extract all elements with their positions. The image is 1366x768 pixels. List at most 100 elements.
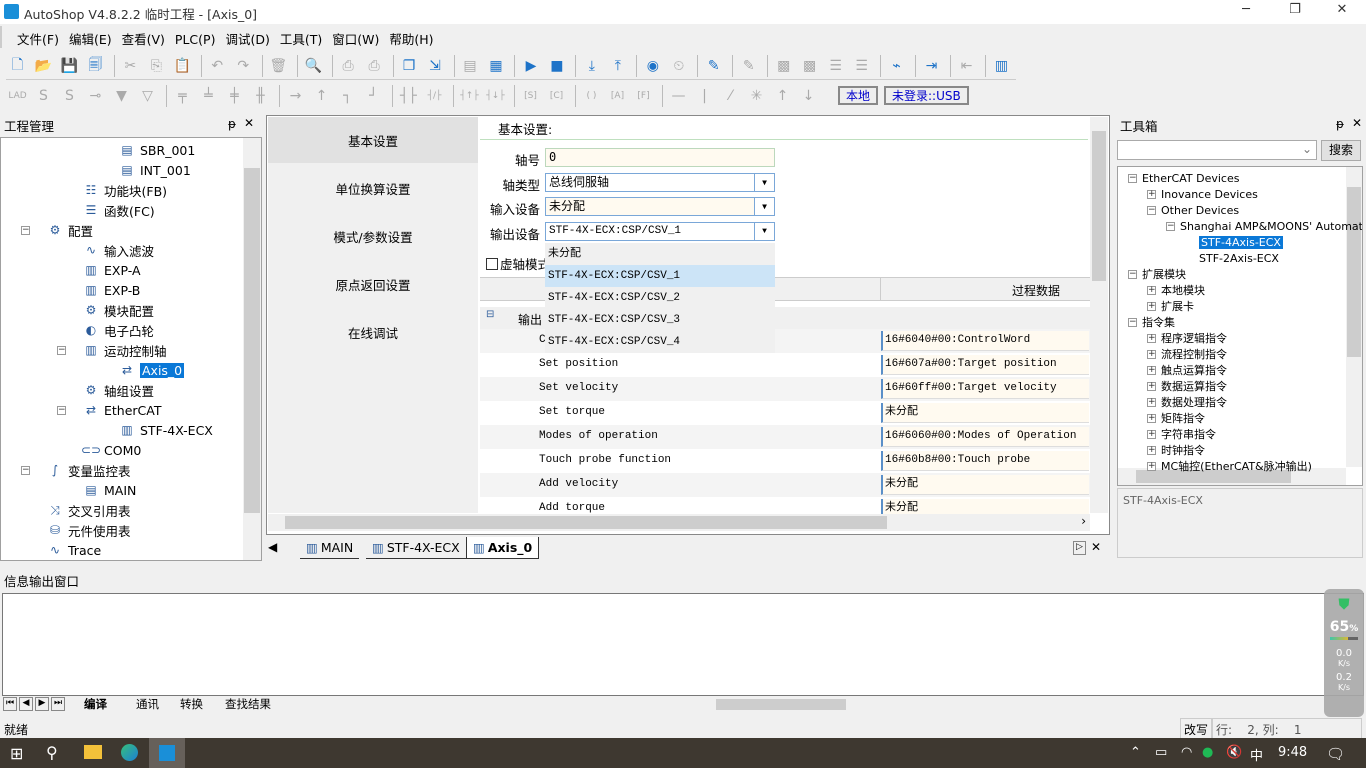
tree-item[interactable]: ⚙ 配置 <box>47 220 93 240</box>
tree-item[interactable]: ▥ EXP-B <box>83 280 140 300</box>
toolbox-item[interactable]: 数据运算指令 <box>1161 378 1227 394</box>
delete-icon[interactable]: 🗑 <box>267 54 290 77</box>
insert-row-icon[interactable]: ☰ <box>824 54 847 77</box>
toolbox-item[interactable]: STF-2Axis-ECX <box>1199 250 1279 266</box>
toolbox-item[interactable]: 程序逻辑指令 <box>1161 330 1227 346</box>
collapse-icon[interactable]: − <box>57 406 66 415</box>
delete-hline-icon[interactable]: ⁄ <box>719 85 742 108</box>
table-row[interactable]: Set velocity 16#60ff#00:Target velocity <box>480 377 1090 401</box>
copy-icon[interactable]: ⎘ <box>145 54 168 77</box>
first-tab-icon[interactable]: ⏮ <box>3 697 17 711</box>
toolbox-item[interactable]: 扩展卡 <box>1161 298 1194 314</box>
close-button[interactable]: ✕ <box>1332 2 1352 22</box>
windows-start-icon[interactable]: ⊞ <box>10 744 23 763</box>
close-tab-icon[interactable]: ✕ <box>1091 540 1101 554</box>
ime-indicator[interactable]: 中 <box>1250 745 1263 764</box>
editor-vscroll[interactable] <box>1090 117 1108 513</box>
module-icon[interactable]: ▥ <box>990 54 1013 77</box>
menu-item[interactable]: 窗口(W) <box>327 26 384 51</box>
trace-icon[interactable]: ⏲ <box>667 54 690 77</box>
toolbox-item[interactable]: 矩阵指令 <box>1161 410 1205 426</box>
output-hscroll[interactable] <box>700 697 1320 712</box>
tab-scroll-right-icon[interactable]: ▷ <box>1073 541 1086 555</box>
download-icon[interactable]: ⤓ <box>580 54 603 77</box>
set-icon[interactable]: [S] <box>519 85 542 108</box>
prev-tab-icon[interactable]: ◀ <box>19 697 33 711</box>
login-usb-button[interactable]: 未登录::USB <box>884 86 969 105</box>
chevron-down-icon[interactable]: ▼ <box>754 198 774 215</box>
arrow-down-filled-icon[interactable]: ▼ <box>110 85 133 108</box>
falling-edge-icon[interactable]: ┤↓├ <box>484 85 507 108</box>
collapse-icon[interactable]: − <box>57 346 66 355</box>
tree-item[interactable]: ∫ 变量监控表 <box>47 460 131 480</box>
output-device-select[interactable]: STF-4X-ECX:CSP/CSV_1 ▼ <box>545 222 775 241</box>
collapse-icon[interactable]: − <box>21 226 30 235</box>
pin-icon[interactable]: ᵽ <box>1336 117 1344 131</box>
search-icon[interactable]: 🔍 <box>302 54 325 77</box>
dropdown-option[interactable]: STF-4X-ECX:CSP/CSV_3 <box>545 309 775 331</box>
tree-item[interactable]: ▥ STF-4X-ECX <box>119 420 213 440</box>
collapse-icon[interactable]: − <box>1128 270 1137 279</box>
axis-type-select[interactable]: 总线伺服轴 ▼ <box>545 173 775 192</box>
volume-muted-icon[interactable]: 🔇 <box>1226 745 1242 760</box>
toolbox-item[interactable]: 指令集 <box>1142 314 1175 330</box>
axis-no-input[interactable]: 0 <box>545 148 775 167</box>
corner-down-icon[interactable]: ┐ <box>336 85 359 108</box>
process-data-cell[interactable]: 16#6040#00:ControlWord <box>881 331 1089 351</box>
process-data-cell[interactable]: 16#6060#00:Modes of Operation <box>881 427 1089 447</box>
nav-item[interactable]: 单位换算设置 <box>268 165 478 211</box>
hline-icon[interactable]: — <box>667 85 690 108</box>
paste-icon[interactable]: 📋 <box>171 54 194 77</box>
battery-icon[interactable]: ▭ <box>1155 745 1167 760</box>
up-arrow-icon[interactable]: ↑ <box>771 85 794 108</box>
menu-item[interactable]: 查看(V) <box>117 26 170 51</box>
toolbox-item[interactable]: 触点运算指令 <box>1161 362 1227 378</box>
menu-item[interactable]: 编辑(E) <box>64 26 117 51</box>
branch-2-icon[interactable]: ╧ <box>197 85 220 108</box>
toolbox-vscroll[interactable] <box>1346 167 1362 467</box>
no-contact-icon[interactable]: ┤├ <box>397 85 420 108</box>
tree-item[interactable]: ⇄ Axis_0 <box>119 360 185 380</box>
table-row[interactable]: Touch probe function 16#60b8#00:Touch pro… <box>480 449 1090 485</box>
delete-vline-icon[interactable]: ✳ <box>745 85 768 108</box>
project-tree-scrollbar[interactable] <box>243 138 261 560</box>
branch-3-icon[interactable]: ╪ <box>223 85 246 108</box>
tree-item[interactable]: ⇄ EtherCAT <box>83 400 162 420</box>
s-icon[interactable]: S <box>58 85 81 108</box>
output-tab[interactable]: 查找结果 <box>225 696 271 712</box>
dropdown-option[interactable]: STF-4X-ECX:CSP/CSV_4 <box>545 331 775 353</box>
expand-icon[interactable]: + <box>1147 302 1156 311</box>
minimize-button[interactable]: ─ <box>1236 2 1256 22</box>
menu-item[interactable]: PLC(P) <box>170 29 221 50</box>
nav-item[interactable]: 模式/参数设置 <box>268 213 478 259</box>
table-row[interactable]: Add velocity 未分配 <box>480 473 1090 497</box>
app-instr-icon[interactable]: [A] <box>606 85 629 108</box>
nav-item[interactable]: 在线调试 <box>268 309 478 355</box>
expand-icon[interactable]: + <box>1147 366 1156 375</box>
toolbox-item[interactable]: 字符串指令 <box>1161 426 1216 442</box>
toolbox-item[interactable]: EtherCAT Devices <box>1142 170 1239 186</box>
nav-item[interactable]: 原点返回设置 <box>268 261 478 307</box>
toolbox-item[interactable]: STF-4Axis-ECX <box>1199 234 1283 250</box>
pin-icon[interactable]: ᵽ <box>228 117 236 131</box>
tree-item[interactable]: ∿ Trace <box>47 540 101 560</box>
nc-contact-icon[interactable]: ┤/├ <box>423 85 446 108</box>
window-cascade-icon[interactable]: ❐ <box>398 54 421 77</box>
tree-item[interactable]: ☷ 功能块(FB) <box>83 180 167 200</box>
tree-item[interactable]: ◐ 电子凸轮 <box>83 320 154 340</box>
delete-row-icon[interactable]: ☰ <box>850 54 873 77</box>
toolbox-item[interactable]: MC轴控(EtherCAT&脉冲输出) <box>1161 458 1312 474</box>
table-row[interactable]: Modes of operation 16#6060#00:Modes of Op… <box>480 425 1090 449</box>
tray-chevron-icon[interactable]: ⌃ <box>1130 745 1141 760</box>
toolbox-search-button[interactable]: 搜索 <box>1321 140 1361 161</box>
save-icon[interactable]: 💾 <box>58 54 81 77</box>
scroll-thumb[interactable] <box>244 168 260 513</box>
expand-icon[interactable]: + <box>1147 382 1156 391</box>
file-explorer-icon[interactable] <box>84 745 102 759</box>
tree-item[interactable]: ☰ 函数(FC) <box>83 200 155 220</box>
usb-test-icon[interactable]: ⌁ <box>885 54 908 77</box>
stop-icon[interactable]: ■ <box>545 54 568 77</box>
tree-item[interactable]: ⤨ 交叉引用表 <box>47 500 130 520</box>
nav-item[interactable]: 基本设置 <box>268 117 478 163</box>
save-all-icon[interactable]: 🗐 <box>84 54 107 77</box>
